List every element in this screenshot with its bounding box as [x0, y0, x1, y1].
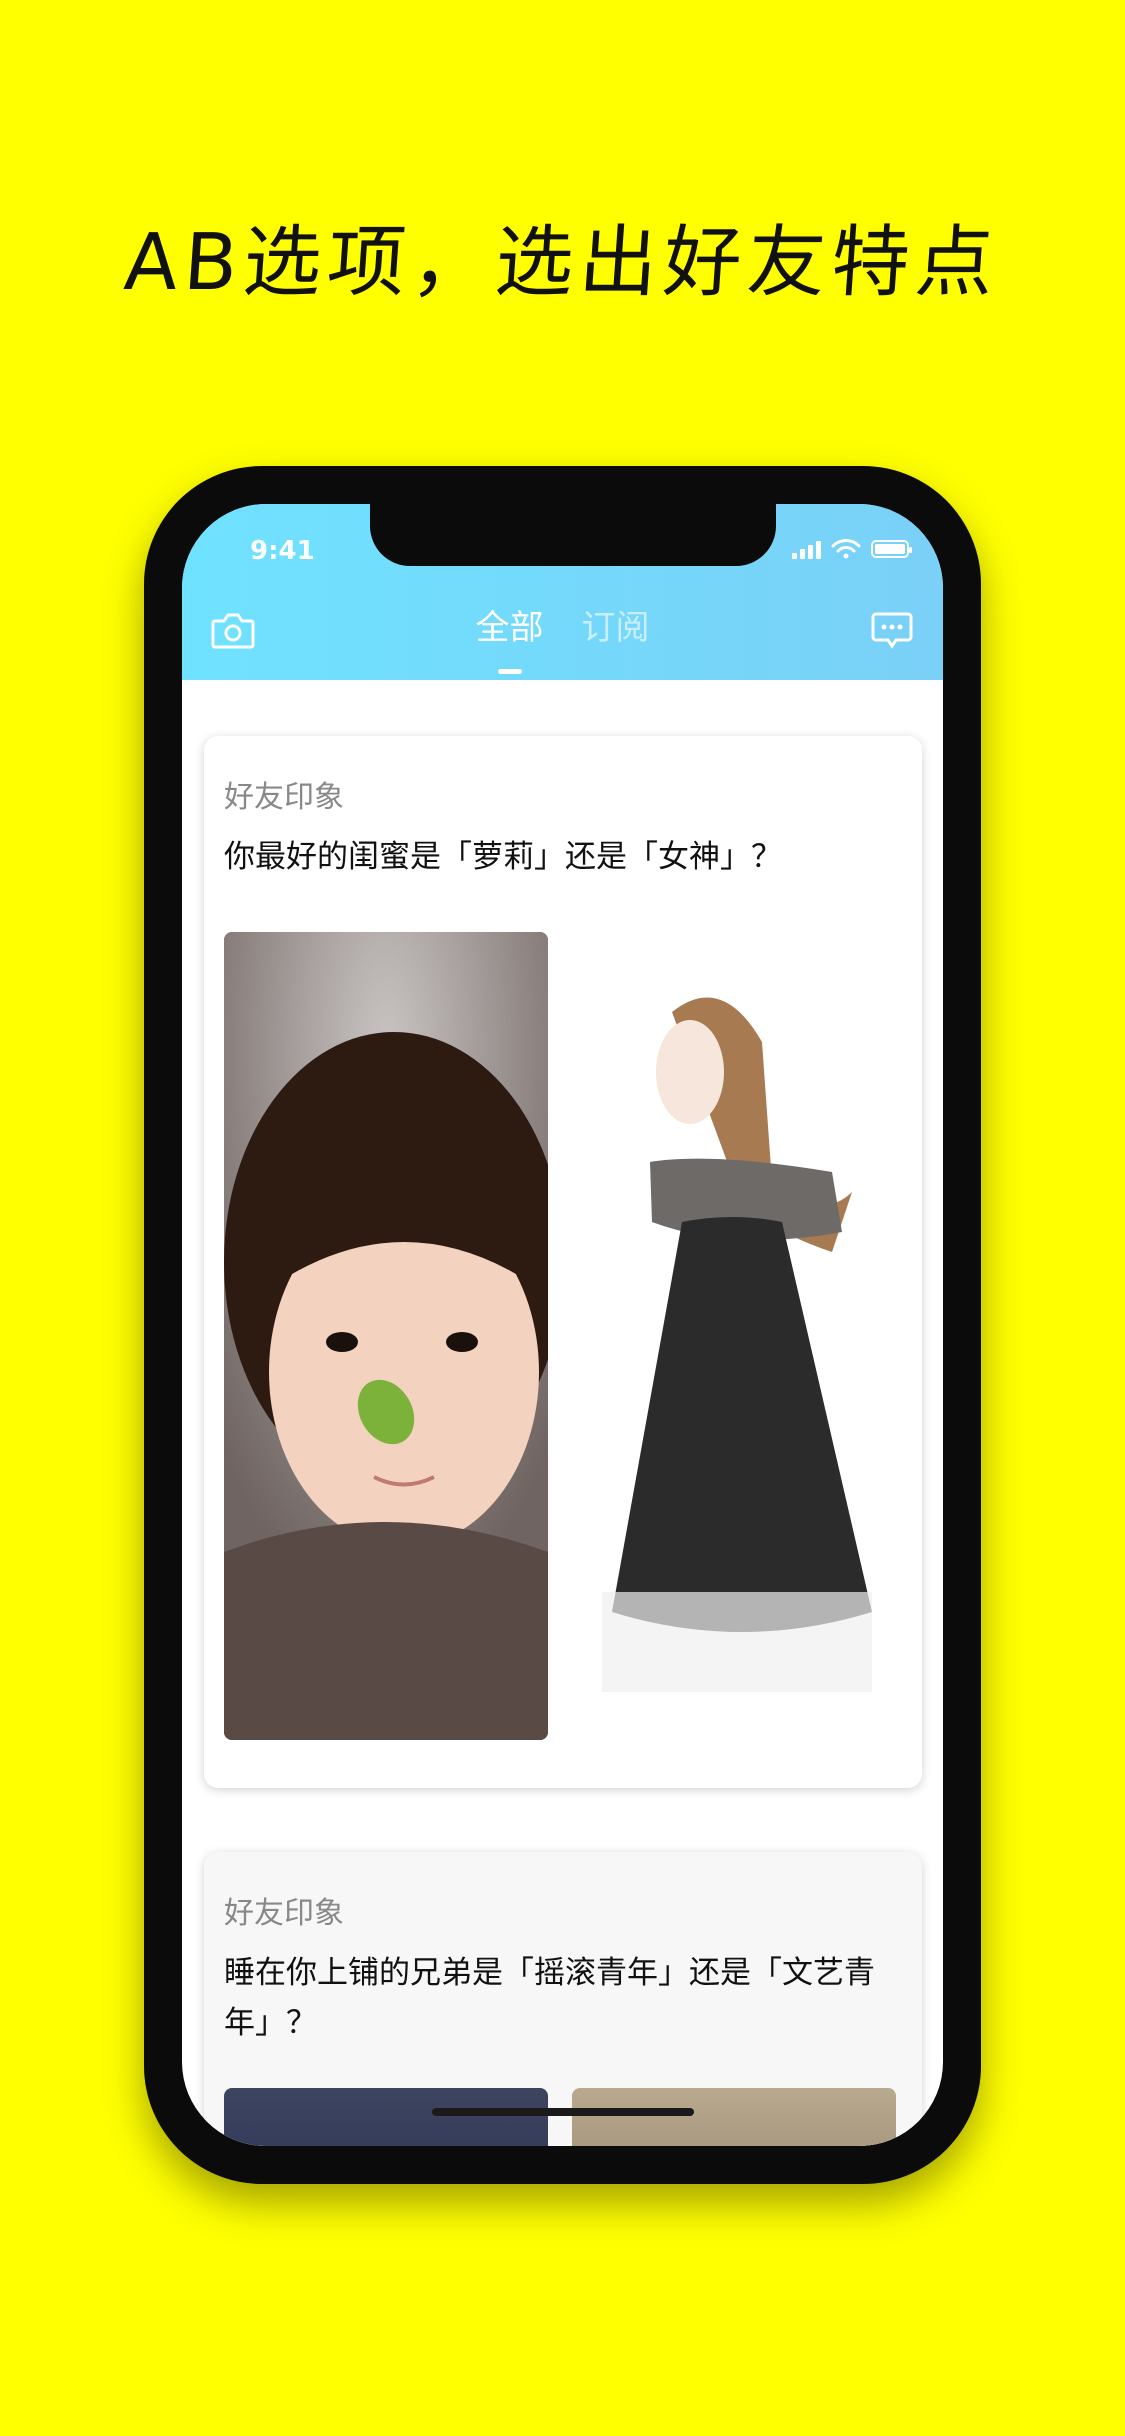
card-question: 睡在你上铺的兄弟是「摇滚青年」还是「文艺青年」？	[224, 1955, 875, 2041]
tab-all[interactable]: 全部	[474, 600, 546, 674]
tab-bar: 全部 订阅	[182, 600, 943, 674]
headline: AB选项，选出好友特点	[121, 218, 1003, 308]
option-a-image[interactable]	[224, 2088, 548, 2146]
card-category: 好友印象	[224, 780, 344, 815]
battery-icon	[871, 540, 912, 558]
status-time: 9:41	[250, 536, 315, 566]
promo-page: AB选项，选出好友特点 全部 订阅 9:41 好友印象 你最好的闺蜜是「萝莉」还…	[0, 0, 1125, 2436]
message-icon[interactable]	[869, 608, 915, 654]
wifi-icon	[831, 539, 861, 559]
question-card[interactable]: 好友印象 你最好的闺蜜是「萝莉」还是「女神」？	[204, 736, 922, 1788]
phone-notch	[370, 504, 776, 566]
option-b-image[interactable]	[572, 932, 896, 1740]
option-b-image[interactable]	[572, 2088, 896, 2146]
tab-active-indicator	[497, 669, 522, 674]
card-question: 你最好的闺蜜是「萝莉」还是「女神」？	[224, 839, 782, 875]
question-card[interactable]: 好友印象 睡在你上铺的兄弟是「摇滚青年」还是「文艺青年」？	[204, 1852, 922, 2146]
phone-frame: 全部 订阅 9:41 好友印象 你最好的闺蜜是「萝莉」还是「女神」？ 好友印象 …	[144, 466, 981, 2184]
tab-subscribed-label: 订阅	[581, 608, 650, 648]
home-indicator[interactable]	[432, 2108, 694, 2116]
option-a-image[interactable]	[224, 932, 548, 1740]
woman-illustration	[572, 932, 896, 1740]
tab-all-label: 全部	[475, 608, 544, 648]
tab-subscribed[interactable]: 订阅	[580, 600, 652, 660]
signal-icon	[792, 539, 821, 559]
card-category: 好友印象	[224, 1896, 344, 1931]
phone-screen: 全部 订阅 9:41 好友印象 你最好的闺蜜是「萝莉」还是「女神」？ 好友印象 …	[182, 504, 943, 2146]
status-icons	[792, 538, 912, 560]
girl-photo	[224, 932, 548, 1740]
